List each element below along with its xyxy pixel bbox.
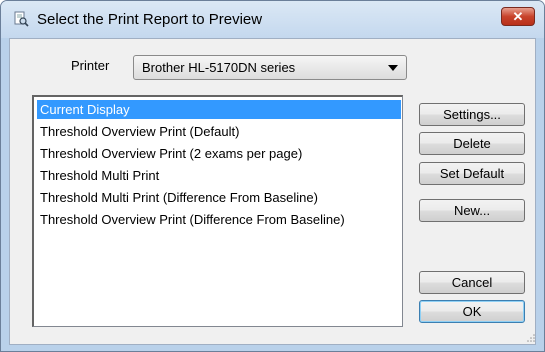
list-item[interactable]: Threshold Overview Print (Difference Fro… <box>37 210 401 229</box>
report-list[interactable]: Current Display Threshold Overview Print… <box>32 95 403 327</box>
list-item[interactable]: Threshold Overview Print (2 exams per pa… <box>37 144 401 163</box>
settings-button[interactable]: Settings... <box>419 103 525 126</box>
new-button[interactable]: New... <box>419 199 525 222</box>
chevron-down-icon[interactable] <box>388 65 398 71</box>
list-item[interactable]: Threshold Multi Print (Difference From B… <box>37 188 401 207</box>
list-item[interactable]: Threshold Overview Print (Default) <box>37 122 401 141</box>
ok-button[interactable]: OK <box>419 300 525 323</box>
printer-dropdown[interactable]: Brother HL-5170DN series <box>133 55 407 80</box>
delete-button[interactable]: Delete <box>419 132 525 155</box>
list-item[interactable]: Current Display <box>37 100 401 119</box>
title-bar[interactable]: Select the Print Report to Preview ✕ <box>1 1 544 38</box>
printer-label: Printer <box>71 58 110 73</box>
window-title: Select the Print Report to Preview <box>37 11 263 28</box>
resize-grip-icon[interactable] <box>527 334 535 342</box>
list-item[interactable]: Threshold Multi Print <box>37 166 401 185</box>
printer-selected-value: Brother HL-5170DN series <box>142 60 296 75</box>
cancel-button[interactable]: Cancel <box>419 271 525 294</box>
print-preview-icon <box>14 11 29 27</box>
close-button[interactable]: ✕ <box>501 7 535 26</box>
set-default-button[interactable]: Set Default <box>419 162 525 185</box>
